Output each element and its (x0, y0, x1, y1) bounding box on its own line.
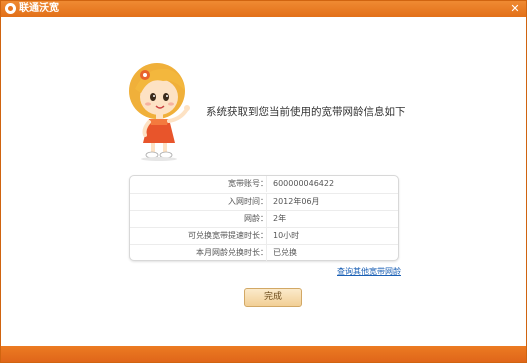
title-bar[interactable]: 联通沃宽 ✕ (1, 1, 526, 17)
info-row-monthly-redeemed: 本月网龄兑换时长： 已兑换 (130, 244, 398, 261)
app-window: 联通沃宽 ✕ 系统获取到您当前使用的宽带网龄信息如下 宽带账号： 6000000… (0, 0, 527, 363)
info-row-network-age: 网龄： 2年 (130, 210, 398, 227)
hair-clip-icon (140, 70, 150, 80)
info-value: 600000046422 (273, 179, 335, 188)
cartoon-girl-mascot (129, 63, 190, 161)
info-value: 10小时 (273, 231, 300, 240)
account-info-panel: 宽带账号： 600000046422 入网时间： 2012年06月 网龄： 2年… (129, 175, 399, 261)
info-value: 2012年06月 (273, 197, 320, 206)
info-row-redeemable-speedup: 可兑换宽带提速时长： 10小时 (130, 227, 398, 244)
info-row-join-date: 入网时间： 2012年06月 (130, 193, 398, 210)
info-label: 可兑换宽带提速时长： (188, 231, 268, 240)
info-row-account: 宽带账号： 600000046422 (130, 176, 398, 192)
query-other-broadband-link[interactable]: 查询其他宽带网龄 (337, 266, 401, 277)
info-label: 宽带账号： (228, 179, 268, 188)
finish-button[interactable]: 完成 (244, 288, 302, 307)
info-label: 入网时间： (228, 197, 268, 206)
info-value: 已兑换 (273, 248, 297, 257)
bottom-bar (1, 346, 526, 362)
info-value: 2年 (273, 214, 287, 223)
info-label: 网龄： (244, 214, 268, 223)
headline-text: 系统获取到您当前使用的宽带网龄信息如下 (206, 106, 406, 118)
close-icon[interactable]: ✕ (508, 2, 522, 16)
unicom-logo-icon (5, 3, 16, 14)
info-label: 本月网龄兑换时长： (196, 248, 268, 257)
window-title: 联通沃宽 (19, 3, 59, 14)
